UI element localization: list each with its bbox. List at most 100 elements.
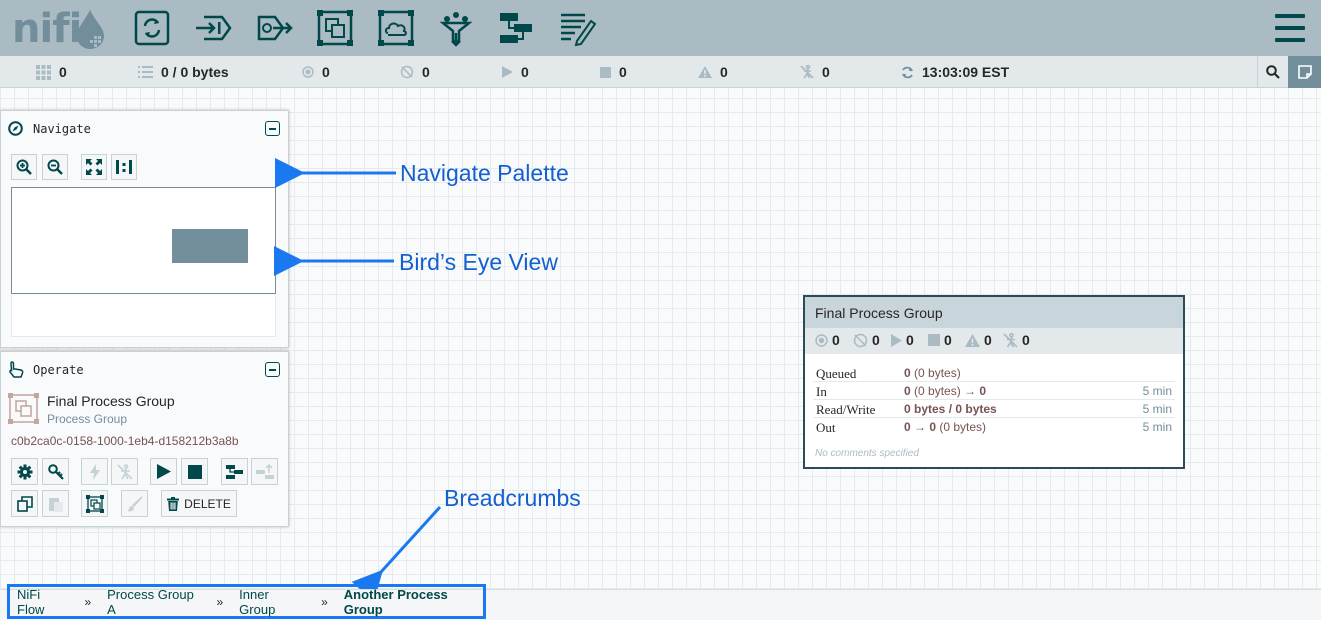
search-button[interactable]: [1257, 56, 1288, 88]
list-icon: [138, 66, 153, 78]
stopped-stat: 0: [600, 56, 627, 88]
warning-icon: [965, 333, 980, 347]
group-button[interactable]: [81, 490, 108, 517]
output-port-icon: [257, 15, 293, 41]
process-group-type-icon: [8, 393, 39, 424]
flash-icon: [89, 463, 100, 480]
stop-icon: [187, 464, 202, 479]
birds-eye-lower-area: [11, 295, 276, 337]
paste-button[interactable]: [42, 490, 69, 517]
stop-button[interactable]: [181, 458, 208, 485]
template-tool[interactable]: [498, 9, 536, 47]
trash-icon: [167, 496, 180, 511]
process-group-header: Final Process Group: [805, 297, 1183, 328]
transmitting-icon: [302, 66, 314, 78]
processor-tool[interactable]: [133, 9, 171, 47]
process-group-component[interactable]: Final Process Group 0 0 0 0 0 0 Queued 0: [803, 295, 1185, 469]
menu-bar: [1275, 26, 1305, 30]
access-policies-button[interactable]: [42, 458, 69, 485]
pg-queued-row: Queued 0 (0 bytes): [813, 364, 1175, 382]
breadcrumb-separator: »: [216, 594, 224, 609]
disabled-icon: [800, 65, 814, 79]
search-icon: [1266, 65, 1280, 79]
navigate-title: Navigate: [33, 122, 91, 136]
birds-eye-view[interactable]: [11, 187, 276, 294]
gear-icon: [17, 464, 32, 479]
selected-component-id: c0b2ca0c-0158-1000-1eb4-d158212b3a8b: [11, 434, 239, 448]
not-transmitting-stat: 0: [400, 56, 430, 88]
paste-icon: [48, 497, 63, 512]
disable-button[interactable]: [111, 458, 138, 485]
process-group-icon: [317, 10, 353, 46]
breadcrumb-nifi-flow[interactable]: NiFi Flow: [17, 587, 68, 617]
stop-icon: [600, 66, 611, 78]
sticky-note-icon: [1297, 65, 1312, 79]
birds-eye-component: [172, 229, 248, 263]
pointing-hand-icon: [9, 361, 24, 378]
not-transmitting-icon: [400, 65, 414, 79]
zoom-in-button[interactable]: [11, 154, 37, 180]
not-transmitting-icon: [853, 333, 868, 348]
play-icon: [156, 464, 171, 479]
disabled-icon: [1003, 332, 1018, 348]
logo-drop-icon: [77, 10, 104, 49]
active-threads-stat: 0: [36, 56, 67, 88]
funnel-icon: [439, 12, 473, 47]
running-stat: 0: [502, 56, 529, 88]
logo-text: nifi: [12, 6, 82, 52]
configure-button[interactable]: [11, 458, 38, 485]
color-button[interactable]: [121, 490, 148, 517]
stop-icon: [928, 334, 940, 346]
refresh-icon: [901, 66, 914, 79]
zoom-out-button[interactable]: [42, 154, 68, 180]
delete-button[interactable]: DELETE: [161, 490, 237, 517]
breadcrumb-current-group: Another Process Group: [343, 586, 448, 617]
pg-comments: No comments specified: [815, 448, 919, 459]
breadcrumb-separator: »: [321, 594, 328, 609]
actual-size-button[interactable]: [111, 154, 137, 180]
navigate-collapse-button[interactable]: [265, 121, 280, 136]
pg-disabled-stat: 0: [1003, 332, 1030, 348]
operate-title: Operate: [33, 363, 84, 377]
fit-button[interactable]: [81, 154, 107, 180]
process-group-title: Final Process Group: [815, 305, 943, 321]
breadcrumbs-annotation: Breadcrumbs: [444, 485, 581, 511]
selected-component-name: Final Process Group: [47, 393, 175, 409]
template-icon: [500, 13, 532, 43]
transmitting-icon: [815, 333, 828, 347]
copy-button[interactable]: [11, 490, 38, 517]
funnel-tool[interactable]: [437, 9, 475, 47]
breadcrumb-inner-group[interactable]: Inner Group: [239, 587, 305, 617]
label-tool[interactable]: [559, 9, 597, 47]
compass-icon: [8, 121, 23, 136]
breadcrumb-process-group-a[interactable]: Process Group A: [107, 587, 200, 617]
input-port-tool[interactable]: [194, 9, 232, 47]
threads-icon: [36, 64, 51, 80]
warning-icon: [698, 66, 712, 78]
copy-icon: [16, 495, 33, 512]
last-refreshed-stat[interactable]: 13:03:09 EST: [901, 56, 1009, 88]
remote-process-group-tool[interactable]: [377, 9, 415, 47]
pg-read-write-row: Read/Write 0 bytes / 0 bytes 5 min: [813, 400, 1175, 418]
create-template-button[interactable]: [221, 458, 248, 485]
pg-out-row: Out 0 → 0 (0 bytes) 5 min: [816, 420, 1172, 435]
group-icon: [85, 494, 104, 513]
process-group-tool[interactable]: [316, 9, 354, 47]
transmitting-stat: 0: [302, 56, 330, 88]
bulletin-board-button[interactable]: [1288, 56, 1321, 88]
menu-bar: [1275, 14, 1305, 18]
output-port-tool[interactable]: [255, 9, 293, 47]
start-button[interactable]: [150, 458, 177, 485]
expand-icon: [86, 159, 102, 175]
processor-icon: [134, 10, 170, 46]
create-template-icon: [225, 464, 243, 479]
operate-collapse-button[interactable]: [265, 362, 280, 377]
pg-stopped-stat: 0: [928, 332, 952, 348]
enable-button[interactable]: [81, 458, 108, 485]
key-icon: [47, 463, 64, 480]
upload-template-button[interactable]: [251, 458, 278, 485]
pg-running-stat: 0: [891, 332, 914, 348]
actual-size-icon: [116, 160, 132, 174]
disabled-icon: [116, 463, 133, 480]
global-menu-button[interactable]: [1275, 14, 1305, 42]
